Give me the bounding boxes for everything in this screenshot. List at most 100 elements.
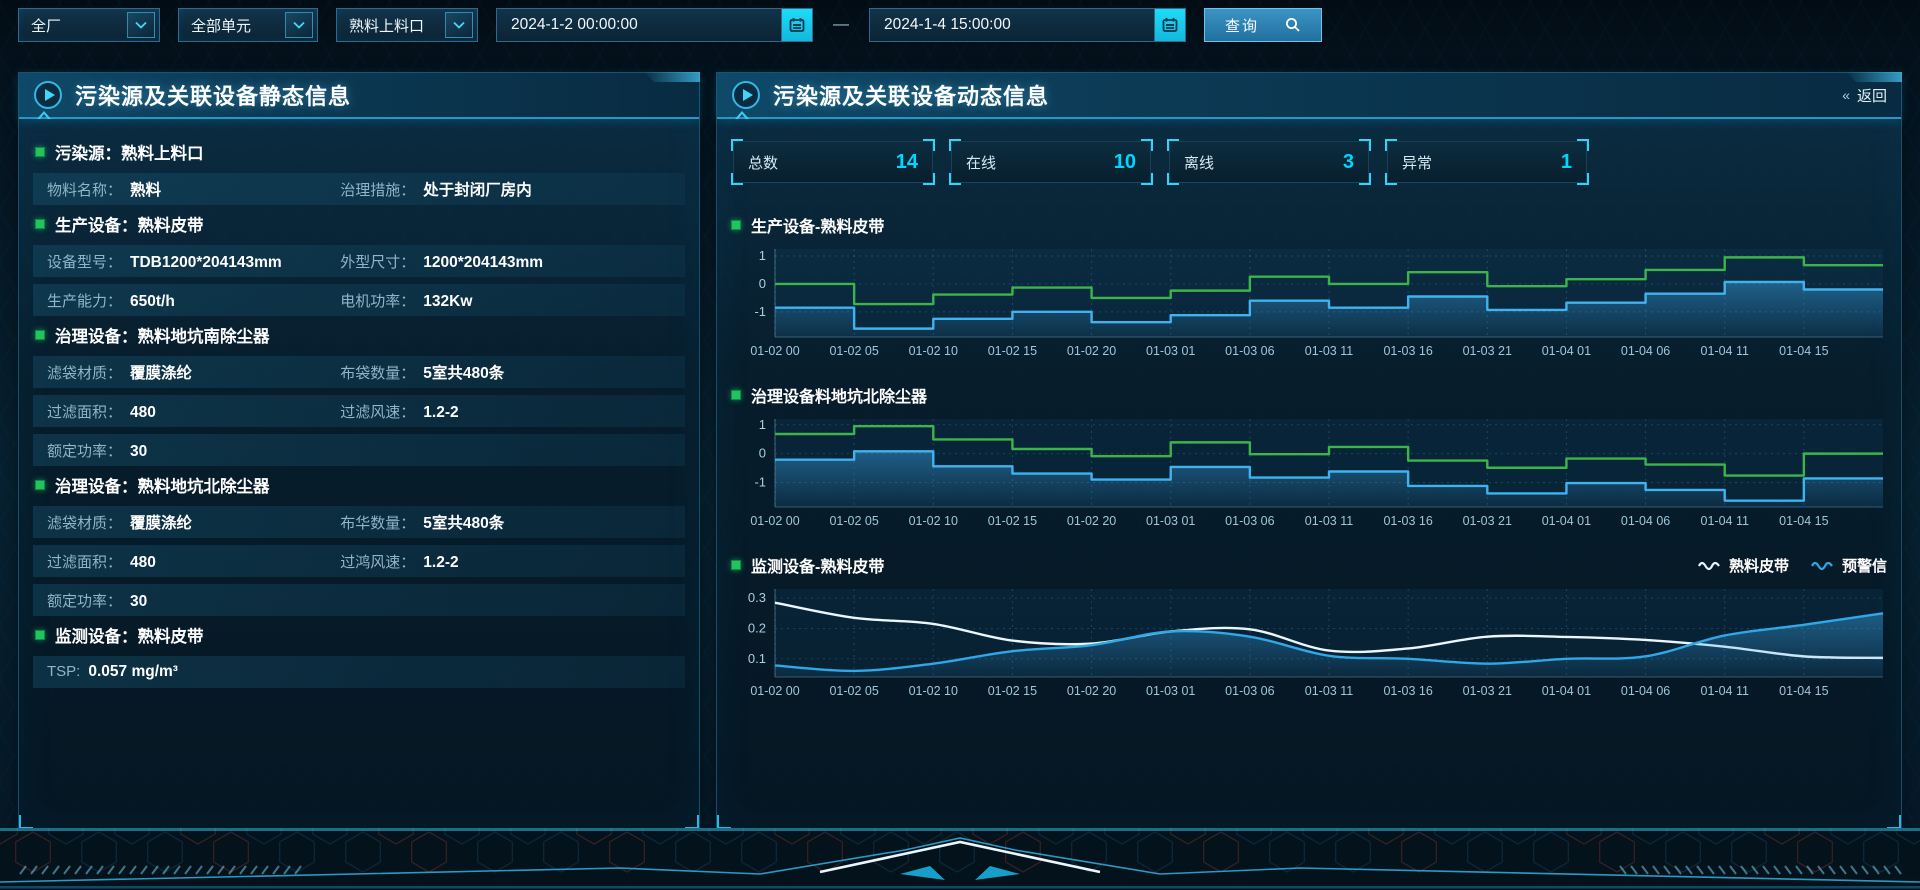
svg-text:01-04 11: 01-04 11 bbox=[1701, 514, 1749, 528]
info-cell: 生产能力：650t/h bbox=[47, 290, 340, 311]
end-date-value: 2024-1-4 15:00:00 bbox=[884, 16, 1011, 34]
svg-text:01-04 15: 01-04 15 bbox=[1779, 344, 1828, 358]
svg-text:01-02 05: 01-02 05 bbox=[829, 344, 878, 358]
start-date-input[interactable]: 2024-1-2 00:00:00 bbox=[496, 8, 781, 42]
chevron-down-icon bbox=[445, 12, 473, 38]
dynamic-info-panel: 污染源及关联设备动态信息 « 返回 总数 14 在线 10 离线 3 异常 1 bbox=[716, 72, 1902, 830]
search-icon bbox=[1285, 17, 1301, 33]
stat-value: 3 bbox=[1343, 151, 1354, 174]
info-value: 5室共480条 bbox=[423, 361, 504, 383]
plant-select-value: 全厂 bbox=[31, 15, 61, 36]
info-value: 132Kw bbox=[423, 293, 472, 311]
info-row: 额定功率：30 bbox=[33, 584, 685, 616]
calendar-icon[interactable] bbox=[781, 8, 813, 42]
info-label: TSP: bbox=[47, 663, 80, 680]
info-row: 滤袋材质：覆膜涤纶布袋数量： 5室共480条 bbox=[33, 356, 685, 388]
unit-select[interactable]: 全部单元 bbox=[178, 8, 318, 42]
section-heading: 治理设备：熟料地坑南除尘器 bbox=[35, 323, 685, 347]
stat-label: 离线 bbox=[1184, 152, 1214, 173]
svg-text:01-03 11: 01-03 11 bbox=[1305, 514, 1353, 528]
section-bullet-icon bbox=[35, 630, 45, 640]
section-bullet-icon bbox=[35, 480, 45, 490]
svg-text:01-03 16: 01-03 16 bbox=[1383, 684, 1432, 698]
info-row: 过滤面积：480过鸿风速：1.2-2 bbox=[33, 545, 685, 577]
svg-text:1: 1 bbox=[759, 417, 766, 432]
chart-block-1: 生产设备-熟料皮带 10-101-02 0001-02 0501-02 1001… bbox=[731, 213, 1887, 361]
wave-line-icon bbox=[1698, 559, 1722, 571]
chart-bullet-icon bbox=[731, 560, 741, 570]
chevron-down-icon bbox=[285, 12, 313, 38]
stats-row: 总数 14 在线 10 离线 3 异常 1 bbox=[731, 139, 1887, 185]
svg-text:01-02 00: 01-02 00 bbox=[750, 344, 799, 358]
info-label: 过滤面积： bbox=[47, 551, 122, 572]
static-info-panel: 污染源及关联设备静态信息 污染源：熟料上料口物料名称：熟料治理措施：处于封闭厂房… bbox=[18, 72, 700, 830]
stat-card-offline: 离线 3 bbox=[1167, 139, 1371, 185]
info-value: TDB1200*204143mm bbox=[130, 254, 282, 272]
monitoring-equipment-chart: 0.30.20.101-02 0001-02 0501-02 1001-02 1… bbox=[731, 583, 1887, 701]
info-cell: 布袋数量： 5室共480条 bbox=[340, 361, 671, 383]
info-cell: 治理措施：处于封闭厂房内 bbox=[340, 178, 671, 200]
legend-item[interactable]: 熟料皮带 bbox=[1698, 555, 1789, 576]
svg-text:01-02 15: 01-02 15 bbox=[988, 344, 1037, 358]
back-button[interactable]: « 返回 bbox=[1842, 85, 1887, 106]
svg-text:01-02 15: 01-02 15 bbox=[988, 684, 1037, 698]
section-heading-text: 治理设备：熟料地坑北除尘器 bbox=[55, 473, 270, 497]
svg-text:01-04 01: 01-04 01 bbox=[1542, 514, 1591, 528]
svg-text:01-04 01: 01-04 01 bbox=[1542, 344, 1591, 358]
info-row: 过滤面积：480过滤风速：1.2-2 bbox=[33, 395, 685, 427]
section-heading: 监测设备：熟料皮带 bbox=[35, 623, 685, 647]
unit-select-value: 全部单元 bbox=[191, 15, 251, 36]
stat-value: 1 bbox=[1561, 151, 1572, 174]
stat-label: 总数 bbox=[748, 152, 778, 173]
back-button-label: 返回 bbox=[1857, 85, 1887, 106]
svg-text:01-03 16: 01-03 16 bbox=[1383, 344, 1432, 358]
info-label: 物料名称： bbox=[47, 179, 122, 200]
svg-text:01-04 11: 01-04 11 bbox=[1701, 684, 1749, 698]
svg-text:01-03 06: 01-03 06 bbox=[1225, 514, 1274, 528]
chart-bullet-icon bbox=[731, 220, 741, 230]
info-value: 480 bbox=[130, 554, 156, 572]
stat-label: 在线 bbox=[966, 152, 996, 173]
section-heading: 污染源：熟料上料口 bbox=[35, 140, 685, 164]
info-value: 1.2-2 bbox=[423, 404, 458, 422]
svg-text:01-02 10: 01-02 10 bbox=[909, 684, 958, 698]
svg-text:01-04 06: 01-04 06 bbox=[1621, 684, 1670, 698]
start-date-value: 2024-1-2 00:00:00 bbox=[511, 16, 638, 34]
production-equipment-chart: 10-101-02 0001-02 0501-02 1001-02 1501-0… bbox=[731, 243, 1887, 361]
info-value: 0.057 mg/m³ bbox=[88, 663, 178, 681]
svg-text:-1: -1 bbox=[754, 304, 766, 319]
info-cell: 滤袋材质：覆膜涤纶 bbox=[47, 361, 340, 383]
legend-item[interactable]: 预警信 bbox=[1811, 555, 1887, 576]
svg-text:01-04 06: 01-04 06 bbox=[1621, 514, 1670, 528]
section-bullet-icon bbox=[35, 219, 45, 229]
info-label: 电机功率： bbox=[340, 290, 415, 311]
static-sections: 污染源：熟料上料口物料名称：熟料治理措施：处于封闭厂房内生产设备：熟料皮带设备型… bbox=[19, 119, 699, 688]
info-cell: 设备型号：TDB1200*204143mm bbox=[47, 251, 340, 272]
source-select[interactable]: 熟料上料口 bbox=[336, 8, 478, 42]
info-label: 滤袋材质： bbox=[47, 512, 122, 533]
section-heading: 治理设备：熟料地坑北除尘器 bbox=[35, 473, 685, 497]
svg-text:1: 1 bbox=[759, 248, 766, 263]
info-cell: 外型尺寸：1200*204143mm bbox=[340, 251, 671, 272]
treatment-equipment-chart: 10-101-02 0001-02 0501-02 1001-02 1501-0… bbox=[731, 413, 1887, 531]
svg-text:01-04 11: 01-04 11 bbox=[1701, 344, 1749, 358]
info-label: 布袋数量： bbox=[340, 362, 415, 383]
query-button[interactable]: 查询 bbox=[1204, 8, 1322, 42]
svg-text:01-03 16: 01-03 16 bbox=[1383, 514, 1432, 528]
svg-text:01-03 11: 01-03 11 bbox=[1305, 344, 1353, 358]
end-date-input[interactable]: 2024-1-4 15:00:00 bbox=[869, 8, 1154, 42]
svg-text:01-04 01: 01-04 01 bbox=[1542, 684, 1591, 698]
info-cell: 过滤面积：480 bbox=[47, 401, 340, 422]
stat-value: 14 bbox=[896, 151, 918, 174]
svg-text:01-03 11: 01-03 11 bbox=[1305, 684, 1353, 698]
section-heading: 生产设备：熟料皮带 bbox=[35, 212, 685, 236]
info-row: 滤袋材质：覆膜涤纶布华数量：5室共480条 bbox=[33, 506, 685, 538]
info-label: 额定功率： bbox=[47, 590, 122, 611]
calendar-icon[interactable] bbox=[1154, 8, 1186, 42]
play-icon bbox=[33, 80, 63, 110]
info-label: 生产能力： bbox=[47, 290, 122, 311]
plant-select[interactable]: 全厂 bbox=[18, 8, 160, 42]
svg-text:0.3: 0.3 bbox=[748, 590, 766, 605]
info-cell: 过滤风速：1.2-2 bbox=[340, 401, 671, 422]
svg-text:01-02 20: 01-02 20 bbox=[1067, 344, 1116, 358]
